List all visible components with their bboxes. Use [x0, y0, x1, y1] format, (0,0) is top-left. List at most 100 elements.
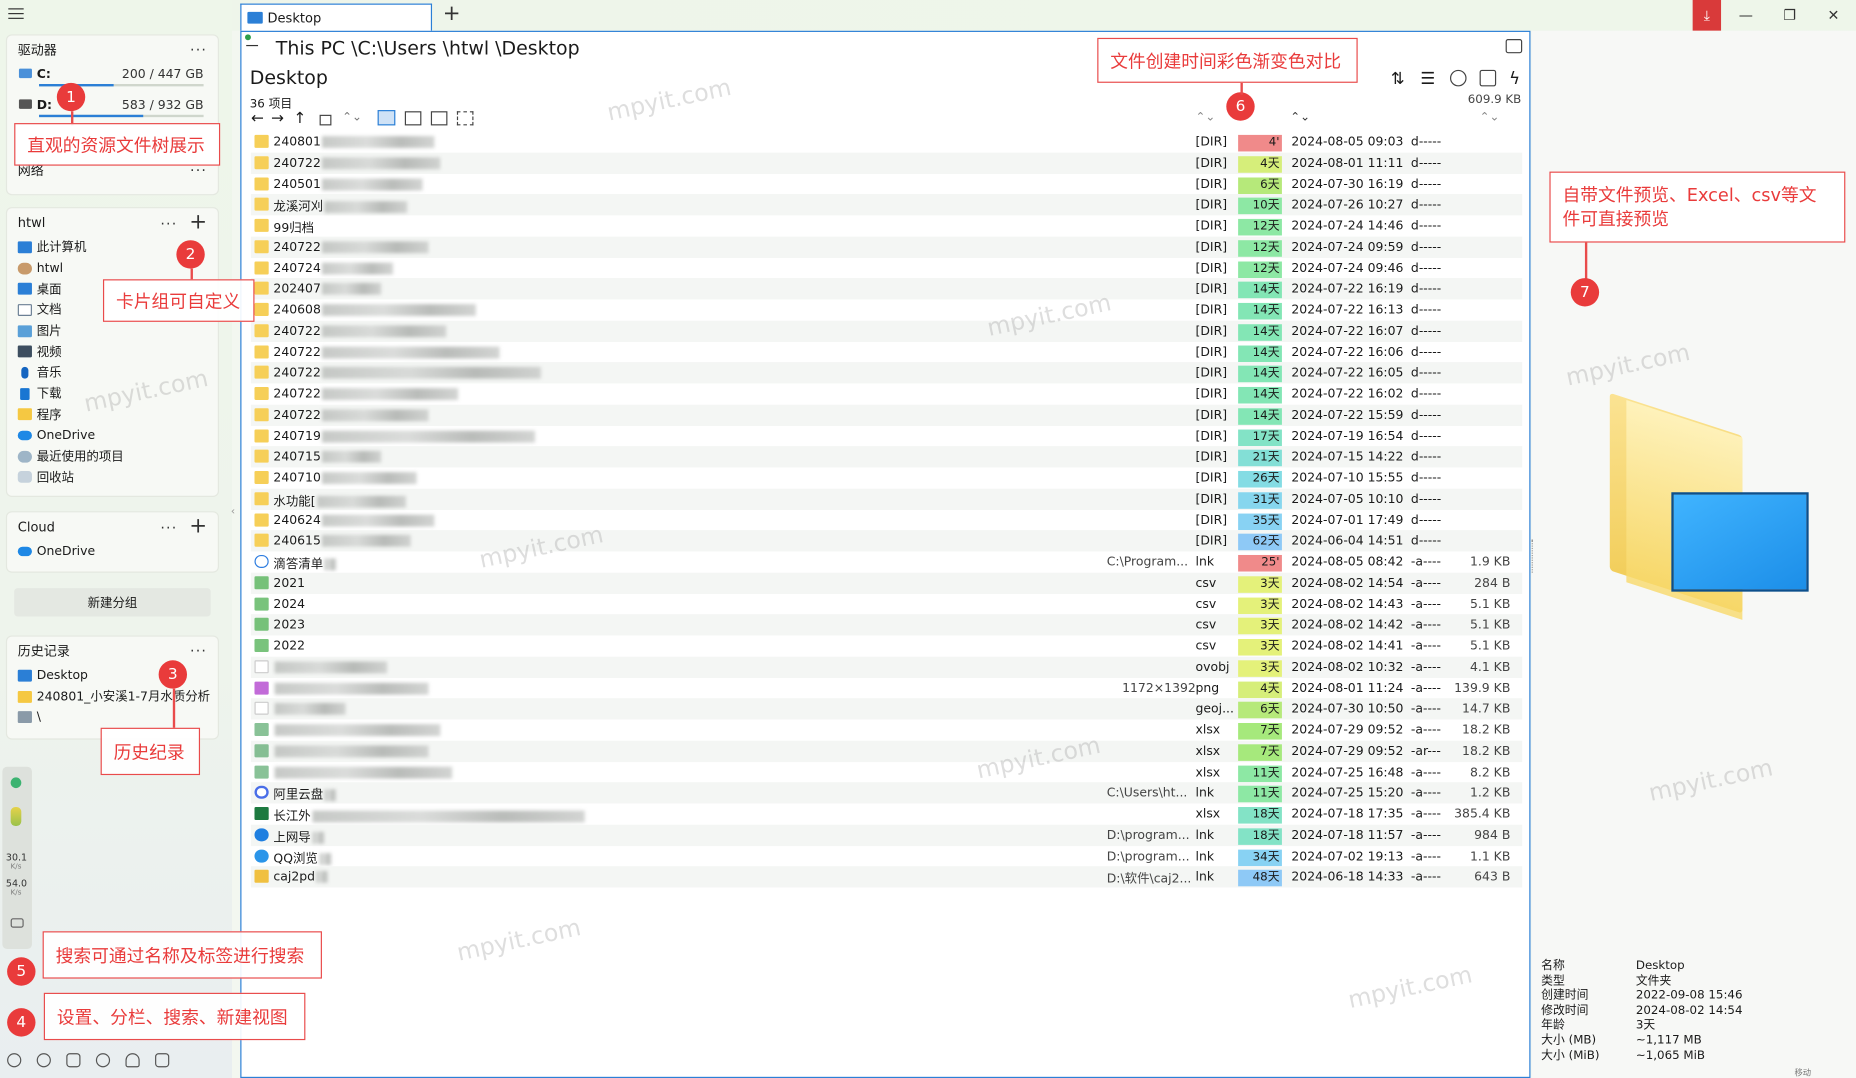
file-attr: -a---- — [1410, 617, 1441, 633]
redacted-text — [322, 304, 476, 316]
file-row[interactable]: 长江外 xlsx 18天 2024-07-18 17:35 -a---- 385.4 KB — [251, 803, 1522, 824]
file-row[interactable]: 240801 [DIR] 4' 2024-08-05 09:03 d----- — [251, 131, 1522, 152]
excel-icon — [254, 765, 269, 779]
close-button[interactable]: ✕ — [1812, 0, 1855, 31]
detail-view-icon[interactable] — [377, 110, 396, 126]
sort-toggle-icon[interactable]: ⌃⌄ — [1290, 111, 1310, 124]
flash-icon[interactable]: ϟ — [1509, 70, 1526, 89]
add-item-button[interactable]: + — [189, 209, 207, 234]
drive-c[interactable]: C: 200 / 447 GB — [7, 64, 218, 95]
hamburger-icon[interactable] — [8, 8, 24, 19]
file-attr: d----- — [1410, 260, 1442, 276]
history-item[interactable]: 240801_小安溪1-7月水质分析 — [7, 686, 218, 707]
file-row[interactable]: 龙溪河刈 [DIR] 10天 2024-07-26 10:27 d----- — [250, 194, 1523, 216]
file-row[interactable]: xlsx 11天 2024-07-25 16:48 -a---- 8.2 KB — [251, 761, 1522, 782]
file-row[interactable]: 240715 [DIR] 21天 2024-07-15 14:22 d----- — [250, 446, 1523, 468]
grid-view-icon[interactable] — [456, 111, 474, 126]
sort-icon[interactable]: ⇅ — [1391, 70, 1408, 89]
file-row[interactable]: 240722 [DIR] 12天 2024-07-24 09:59 d----- — [250, 236, 1523, 258]
file-name: 水功能[ — [273, 492, 406, 510]
list-view-icon[interactable] — [404, 111, 422, 126]
file-row[interactable]: 240722 [DIR] 14天 2024-07-22 16:06 d----- — [251, 341, 1522, 362]
preview-pane-icon[interactable] — [1505, 39, 1523, 54]
settings-icon[interactable] — [7, 1053, 22, 1068]
download-button[interactable]: ⤓ — [1692, 0, 1722, 31]
file-attr: d----- — [1410, 323, 1442, 339]
path-breadcrumb[interactable]: This PC \C:\Users \htwl \Desktop — [276, 37, 580, 59]
file-row[interactable]: 99归档 [DIR] 12天 2024-07-24 14:46 d----- — [251, 215, 1522, 236]
file-row[interactable]: 240615 [DIR] 62天 2024-06-04 14:51 d----- — [250, 530, 1523, 552]
file-row[interactable]: 240722 [DIR] 14天 2024-07-22 16:05 d----- — [250, 362, 1523, 384]
user-icon[interactable] — [125, 1053, 140, 1068]
sort-toggle-icon[interactable]: ⌃⌄ — [1480, 111, 1500, 124]
file-row[interactable]: ovobj 3天 2024-08-02 10:32 -a---- 4.1 KB — [250, 656, 1523, 678]
info-icon[interactable] — [36, 1053, 51, 1068]
back-icon[interactable]: ← — [251, 110, 264, 128]
file-row[interactable]: QQ浏览 D:\program... lnk 34天 2024-07-02 19:13-… — [251, 845, 1522, 866]
sidebar-item-onedrive[interactable]: OneDrive — [7, 541, 218, 562]
file-row[interactable]: 240722 [DIR] 14天 2024-07-22 15:59 d----- — [250, 404, 1523, 426]
chevron-up-icon[interactable]: ⌃⌄ — [342, 111, 362, 124]
file-row[interactable]: 2022 csv 3天 2024-08-02 14:41 -a---- 5.1 KB — [251, 635, 1522, 656]
card-more-button[interactable]: ··· — [160, 519, 177, 536]
redacted-text — [322, 346, 500, 358]
music-icon — [21, 366, 29, 379]
new-folder-icon[interactable] — [319, 114, 332, 126]
file-row[interactable]: 2023 csv 3天 2024-08-02 14:42 -a---- 5.1 KB — [250, 614, 1523, 636]
file-row[interactable]: 2021 csv 3天 2024-08-02 14:54 -a---- 284 B — [250, 572, 1523, 594]
collapse-handle-icon[interactable]: ‹ — [231, 506, 235, 518]
sidebar-item[interactable]: 最近使用的项目 — [7, 446, 218, 467]
sidebar-item[interactable]: 视频 — [7, 341, 218, 362]
file-row[interactable]: xlsx 7天 2024-07-29 09:52 -a---- 18.2 KB — [251, 719, 1522, 740]
filter-icon[interactable] — [1449, 69, 1467, 87]
file-row[interactable]: geoj... 6天 2024-07-30 10:50 -a---- 14.7 KB — [250, 698, 1523, 720]
file-row[interactable]: 240722 [DIR] 4天 2024-08-01 11:11 d----- — [250, 152, 1523, 174]
file-row[interactable]: 水功能[[DIR] 31天 2024-07-05 10:10 d----- — [250, 488, 1523, 510]
columns-icon[interactable]: ☰ — [1420, 70, 1437, 89]
file-row[interactable]: 滴答清单 C:\Program... lnk 25' 2024-08-05 08:42-… — [251, 551, 1522, 572]
sidebar-item[interactable]: 回收站 — [7, 467, 218, 488]
file-row[interactable]: 240624 [DIR] 35天 2024-07-01 17:49 d----- — [251, 509, 1522, 530]
file-row[interactable]: 240722 [DIR] 14天 2024-07-22 16:02 d----- — [251, 383, 1522, 404]
new-tab-button[interactable]: + — [443, 1, 461, 26]
search-icon[interactable] — [95, 1053, 111, 1068]
file-row[interactable]: 1172×1392 png 4天 2024-08-01 11:24 -a---- 139.… — [251, 677, 1522, 698]
camera-icon[interactable] — [10, 918, 24, 928]
file-row[interactable]: 2024 csv 3天 2024-08-02 14:43 -a---- 5.1 KB — [251, 593, 1522, 614]
file-row[interactable]: xlsx 7天 2024-07-29 09:52 -ar--- 18.2 KB — [250, 740, 1523, 762]
new-group-button[interactable]: 新建分组 — [14, 588, 211, 617]
file-row[interactable]: 240710 [DIR] 26天 2024-07-10 15:55 d----- — [251, 467, 1522, 488]
file-row[interactable]: 阿里云盘 C:\Users\ht... lnk 11天 2024-07-25 15:20… — [250, 782, 1523, 804]
forward-icon[interactable]: → — [271, 110, 284, 128]
card-more-button[interactable]: ··· — [190, 643, 207, 660]
file-row[interactable]: 202407 [DIR] 14天 2024-07-22 16:19 d----- — [250, 278, 1523, 300]
drives-more-button[interactable]: ··· — [190, 41, 207, 58]
maximize-button[interactable]: ❐ — [1768, 0, 1811, 31]
file-row[interactable]: 上网导 D:\program... lnk 18天 2024-07-18 11:57 -a… — [250, 824, 1523, 846]
minimize-button[interactable]: — — [1725, 0, 1768, 31]
sidebar-item[interactable]: OneDrive — [7, 425, 218, 446]
tab-desktop[interactable]: Desktop — [240, 3, 433, 31]
sort-toggle-icon[interactable]: ⌃⌄ — [1196, 111, 1216, 124]
up-icon[interactable]: ↑ — [294, 110, 307, 128]
new-view-icon[interactable] — [155, 1053, 170, 1068]
tree-view-icon[interactable] — [430, 111, 448, 126]
split-view-icon[interactable] — [66, 1053, 81, 1068]
file-row[interactable]: 240608 [DIR] 14天 2024-07-22 16:13 d----- — [251, 299, 1522, 320]
property-value: 2024-08-02 14:54 — [1635, 1004, 1743, 1018]
file-row[interactable]: caj2pd D:\软件\caj2... lnk 48天 2024-06-18 14:3… — [250, 866, 1523, 888]
file-row[interactable]: 240719 [DIR] 17天 2024-07-19 16:54 d----- — [251, 425, 1522, 446]
file-row[interactable]: 240722 [DIR] 14天 2024-07-22 16:07 d----- — [250, 320, 1523, 342]
history-item[interactable]: \ — [7, 707, 218, 728]
terminal-icon[interactable] — [245, 34, 259, 47]
file-row[interactable]: 240724 [DIR] 12天 2024-07-24 09:46 d----- — [251, 257, 1522, 278]
clipboard-icon[interactable] — [1479, 69, 1497, 87]
card-more-button[interactable]: ··· — [160, 215, 177, 232]
resize-handle-icon[interactable] — [1531, 539, 1536, 573]
add-item-button[interactable]: + — [189, 514, 207, 539]
sidebar-item[interactable]: 图片 — [7, 320, 218, 341]
drive-d[interactable]: D: 583 / 932 GB — [7, 95, 218, 126]
file-attr: -a---- — [1410, 575, 1441, 591]
folder-icon — [254, 281, 269, 295]
file-row[interactable]: 240501 [DIR] 6天 2024-07-30 16:19 d----- — [251, 173, 1522, 194]
